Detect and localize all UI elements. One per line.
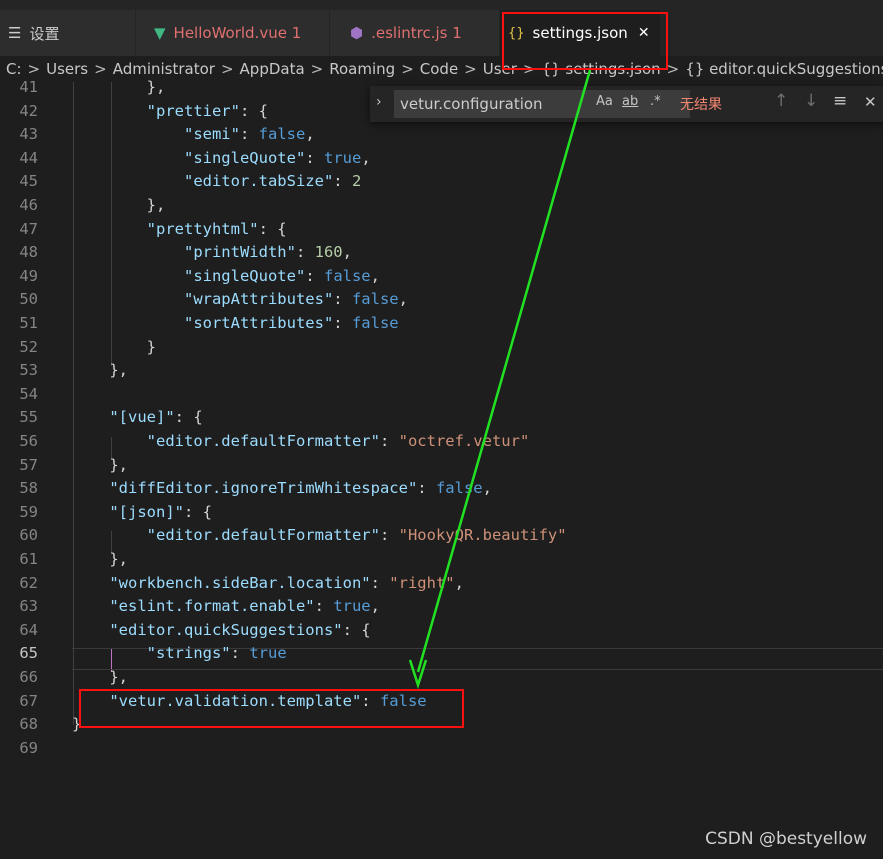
annotation-arrow <box>408 69 592 690</box>
watermark: CSDN @bestyellow <box>705 829 867 849</box>
